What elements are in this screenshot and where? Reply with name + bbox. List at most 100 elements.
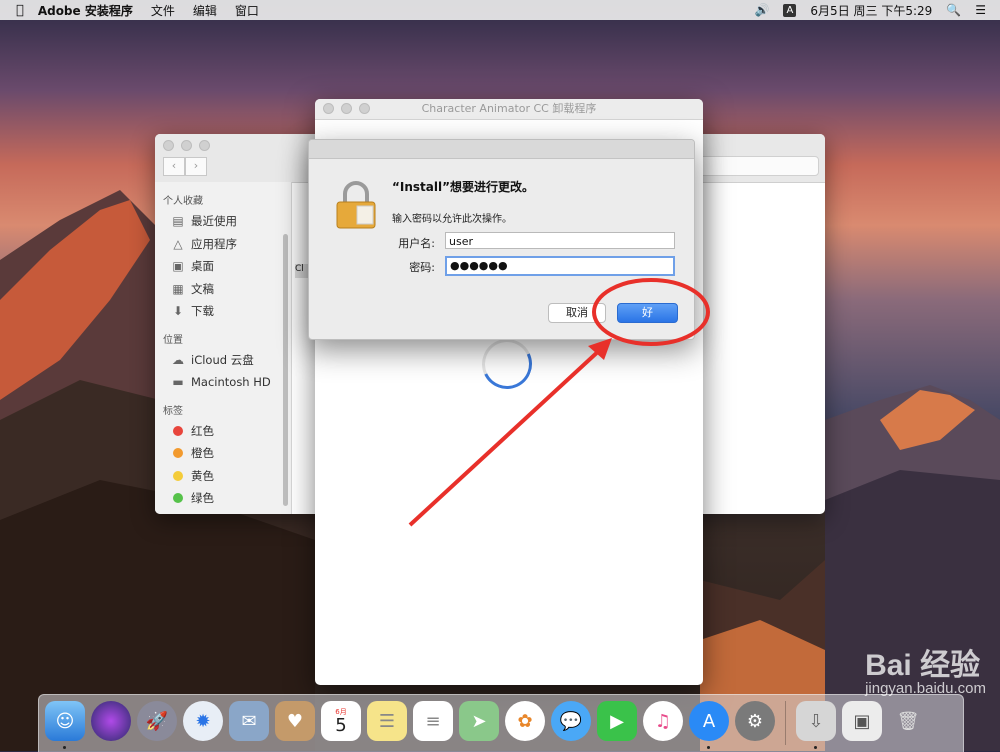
yellow-tag-icon xyxy=(173,470,183,481)
sidebar-section-locations: 位置 xyxy=(163,334,183,346)
close-button[interactable] xyxy=(323,103,334,114)
sidebar-item-label: 下载 xyxy=(191,304,214,319)
finder-search-field[interactable] xyxy=(697,156,819,176)
sidebar-item-label: 桌面 xyxy=(191,259,214,274)
menu-edit[interactable]: 编辑 xyxy=(193,2,217,19)
auth-dialog: “Install”想要进行更改。 输入密码以允许此次操作。 用户名: user … xyxy=(308,139,695,340)
applications-icon: △ xyxy=(173,236,183,251)
messages-icon[interactable]: 💬 xyxy=(551,701,591,741)
minimize-button[interactable] xyxy=(341,103,352,114)
sidebar-item-label: 红色 xyxy=(191,423,214,438)
sidebar-tag-orange[interactable]: 橙色 xyxy=(155,442,291,465)
forward-button[interactable]: › xyxy=(185,157,207,176)
sidebar-item-label: 绿色 xyxy=(191,491,214,506)
lock-icon xyxy=(336,181,376,229)
spotlight-search-icon[interactable]: 🔍 xyxy=(946,3,961,17)
mail-icon[interactable]: ✉ xyxy=(229,701,269,741)
siri-icon[interactable] xyxy=(91,701,131,741)
password-label: 密码: xyxy=(409,261,435,274)
sidebar-item-label: 文稿 xyxy=(191,281,214,296)
sidebar-scrollbar[interactable] xyxy=(283,234,288,506)
zoom-button[interactable] xyxy=(199,140,210,151)
zoom-button[interactable] xyxy=(359,103,370,114)
contacts-icon[interactable]: ♥ xyxy=(275,701,315,741)
menu-app-name[interactable]: Adobe 安装程序 xyxy=(38,2,133,19)
itunes-icon[interactable]: ♫ xyxy=(643,701,683,741)
launchpad-icon[interactable]: 🚀 xyxy=(137,701,177,741)
sidebar-tag-blue[interactable]: 蓝色 xyxy=(155,510,291,515)
sidebar-item-macintosh-hd[interactable]: ▬ Macintosh HD xyxy=(155,371,291,394)
harddisk-icon: ▬ xyxy=(172,375,184,390)
sidebar-item-desktop[interactable]: ▣ 桌面 xyxy=(155,255,291,278)
cancel-button[interactable]: 取消 xyxy=(548,303,606,323)
trash-icon[interactable]: 🗑 xyxy=(888,701,928,741)
sidebar-tag-red[interactable]: 红色 xyxy=(155,420,291,443)
sidebar-item-label: 应用程序 xyxy=(191,236,237,251)
downloads-icon: ⬇ xyxy=(172,304,184,319)
sidebar-item-label: 橙色 xyxy=(191,446,214,461)
sidebar-item-label: Macintosh HD xyxy=(191,375,271,390)
minimize-button[interactable] xyxy=(181,140,192,151)
input-method-icon[interactable]: A xyxy=(783,3,797,17)
sidebar-item-documents[interactable]: ▦ 文稿 xyxy=(155,278,291,301)
safari-icon[interactable]: ✹ xyxy=(183,701,223,741)
sidebar-item-label: iCloud 云盘 xyxy=(191,352,254,367)
finder-icon[interactable]: ☺ xyxy=(45,701,85,749)
dialog-top-strip xyxy=(309,140,694,159)
window-title: Character Animator CC 卸载程序 xyxy=(421,102,597,115)
dock: ☺ 🚀 ✹ ✉ ♥ 6月 5 ☰ ≡ ➤ ✿ 💬 ▶ ♫ A ⚙ ⇩ ▣ 🗑 xyxy=(38,694,964,752)
password-field[interactable]: ●●●●●● xyxy=(445,256,675,276)
icloud-icon: ☁ xyxy=(172,352,184,367)
notes-icon[interactable]: ☰ xyxy=(367,701,407,741)
sidebar-item-label: 最近使用 xyxy=(191,214,237,229)
desktop-icon: ▣ xyxy=(172,259,184,274)
volume-icon[interactable]: 🔊 xyxy=(754,3,769,17)
recents-icon: ▤ xyxy=(172,214,184,229)
uninstaller-titlebar: Character Animator CC 卸载程序 xyxy=(315,99,703,120)
sidebar-item-label: 黄色 xyxy=(191,468,214,483)
clock[interactable]: 6月5日 周三 下午5:29 xyxy=(810,2,932,19)
sidebar-item-applications[interactable]: △ 应用程序 xyxy=(155,233,291,256)
downloads-stack-icon[interactable]: ⇩ xyxy=(796,701,836,749)
photos-icon[interactable]: ✿ xyxy=(505,701,545,741)
progress-spinner-icon xyxy=(474,331,540,397)
notification-center-icon[interactable]: ☰ xyxy=(975,3,986,17)
sidebar-item-downloads[interactable]: ⬇ 下载 xyxy=(155,300,291,323)
watermark-logo: Bai 经验 jingyan.baidu.com xyxy=(865,640,986,697)
appstore-icon[interactable]: A xyxy=(689,701,729,749)
username-field[interactable]: user xyxy=(445,232,675,249)
system-preferences-icon[interactable]: ⚙ xyxy=(735,701,775,741)
finder-sidebar: 个人收藏 ▤ 最近使用 △ 应用程序 ▣ 桌面 ▦ 文稿 ⬇ 下载 位置 ☁ iCloud … xyxy=(155,182,292,514)
sidebar-tag-green[interactable]: 绿色 xyxy=(155,487,291,510)
menu-file[interactable]: 文件 xyxy=(151,2,175,19)
orange-tag-icon xyxy=(173,448,183,459)
menubar:  Adobe 安装程序 文件 编辑 窗口 🔊 A 6月5日 周三 下午5:29… xyxy=(0,0,1000,20)
ok-button[interactable]: 好 xyxy=(617,303,678,323)
close-button[interactable] xyxy=(163,140,174,151)
dialog-message: 输入密码以允许此次操作。 xyxy=(392,214,512,225)
watermark-url: jingyan.baidu.com xyxy=(865,680,986,697)
sidebar-item-label: 蓝色 xyxy=(191,513,214,515)
sidebar-item-recents[interactable]: ▤ 最近使用 xyxy=(155,210,291,233)
sidebar-section-tags: 标签 xyxy=(163,405,183,417)
dialog-title: “Install”想要进行更改。 xyxy=(392,180,534,194)
sidebar-section-favorites: 个人收藏 xyxy=(163,196,203,207)
facetime-icon[interactable]: ▶ xyxy=(597,701,637,741)
watermark-brand: Bai 经验 xyxy=(865,649,981,682)
finder-content-fragment: Cl xyxy=(295,264,309,278)
calendar-icon[interactable]: 6月 5 xyxy=(321,701,361,741)
back-button[interactable]: ‹ xyxy=(163,157,185,176)
green-tag-icon xyxy=(173,493,183,504)
image-icon[interactable]: ▣ xyxy=(842,701,882,741)
sidebar-item-icloud[interactable]: ☁ iCloud 云盘 xyxy=(155,349,291,372)
dock-separator xyxy=(785,701,786,745)
sidebar-tag-yellow[interactable]: 黄色 xyxy=(155,465,291,488)
maps-icon[interactable]: ➤ xyxy=(459,701,499,741)
calendar-day: 5 xyxy=(335,715,347,736)
red-tag-icon xyxy=(173,425,183,436)
apple-menu-icon[interactable]:  xyxy=(16,3,24,18)
username-label: 用户名: xyxy=(398,237,435,250)
menu-window[interactable]: 窗口 xyxy=(235,2,259,19)
documents-icon: ▦ xyxy=(172,281,184,296)
reminders-icon[interactable]: ≡ xyxy=(413,701,453,741)
